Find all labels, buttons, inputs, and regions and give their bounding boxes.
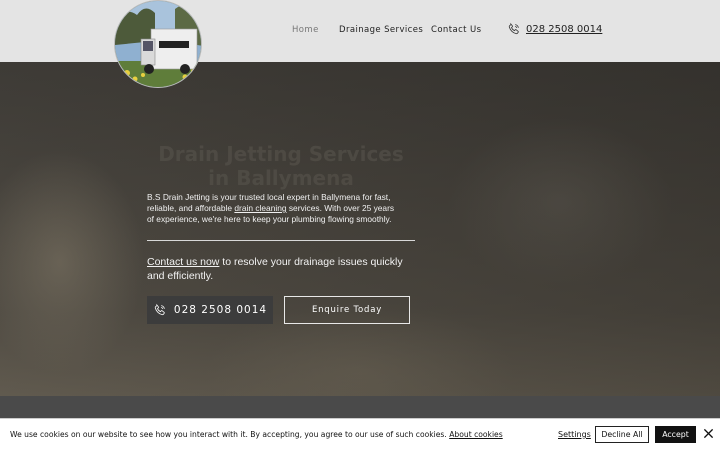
call-phone-number: 028 2508 0014 bbox=[173, 304, 268, 316]
call-phone-button[interactable]: 028 2508 0014 bbox=[147, 296, 273, 324]
enquire-today-button[interactable]: Enquire Today bbox=[284, 296, 410, 324]
accept-button[interactable]: Accept bbox=[655, 426, 696, 443]
hero-divider bbox=[147, 240, 415, 241]
decline-all-button[interactable]: Decline All bbox=[595, 426, 649, 443]
contact-us-now-link[interactable]: Contact us now bbox=[147, 256, 219, 268]
nav-drainage-services[interactable]: Drainage Services bbox=[339, 25, 423, 35]
van-photo bbox=[115, 1, 201, 87]
cookie-banner: We use cookies on our website to see how… bbox=[0, 418, 720, 450]
header-phone-link[interactable]: 028 2508 0014 bbox=[507, 22, 602, 36]
close-icon[interactable] bbox=[703, 428, 714, 439]
drain-cleaning-link[interactable]: drain cleaning bbox=[234, 203, 286, 213]
header-phone-number[interactable]: 028 2508 0014 bbox=[526, 24, 602, 35]
about-cookies-link[interactable]: About cookies bbox=[449, 430, 502, 439]
cookie-settings-link[interactable]: Settings bbox=[558, 430, 591, 439]
phone-icon bbox=[508, 22, 519, 35]
site-header: Home Drainage Services Contact Us 028 25… bbox=[0, 0, 720, 62]
hero-description: B.S Drain Jetting is your trusted local … bbox=[147, 192, 397, 225]
footer-band bbox=[0, 396, 720, 418]
hero-title: Drain Jetting Services in Ballymena bbox=[158, 142, 404, 190]
logo-image[interactable] bbox=[114, 0, 202, 88]
nav-home[interactable]: Home bbox=[292, 25, 319, 35]
hero-overlay bbox=[0, 62, 720, 396]
phone-icon bbox=[154, 303, 165, 316]
cookie-message: We use cookies on our website to see how… bbox=[10, 430, 503, 439]
hero-section bbox=[0, 62, 720, 396]
cookie-message-text: We use cookies on our website to see how… bbox=[10, 430, 450, 439]
nav-contact-us[interactable]: Contact Us bbox=[431, 25, 481, 35]
hero-cta: Contact us now to resolve your drainage … bbox=[147, 255, 415, 283]
